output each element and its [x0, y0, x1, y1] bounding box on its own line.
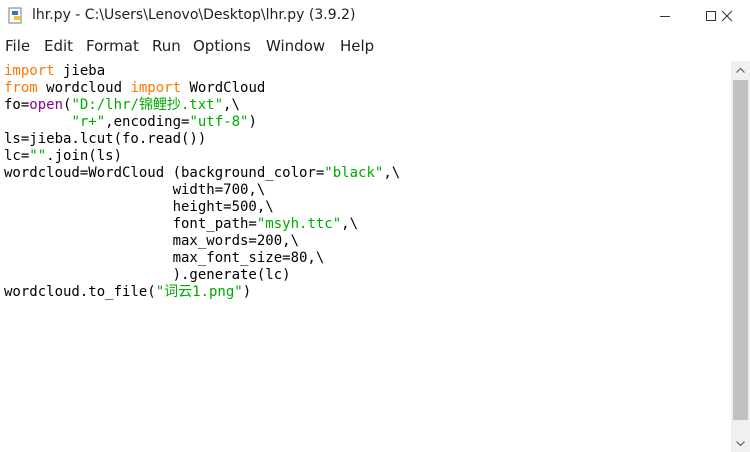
code-token: width=700,\ — [4, 182, 266, 198]
code-token: open — [29, 97, 64, 113]
code-token: "" — [29, 148, 47, 164]
code-line[interactable]: wordcloud.to_file("词云1.png") — [4, 284, 251, 301]
code-token: "black" — [324, 165, 384, 181]
code-editor[interactable]: import jieba from wordcloud import WordCl… — [0, 61, 731, 452]
code-token: from — [4, 80, 38, 96]
scroll-down-button[interactable] — [731, 435, 750, 452]
code-token: "r+" — [71, 114, 106, 130]
code-token: "D:/lhr/锦鲤抄.txt" — [71, 97, 224, 113]
code-line[interactable]: ls=jieba.lcut(fo.read()) — [4, 131, 206, 148]
code-line[interactable]: "r+",encoding="utf-8") — [4, 114, 257, 131]
window-title: lhr.py - C:\Users\Lenovo\Desktop\lhr.py … — [32, 7, 356, 23]
chevron-up-icon — [736, 67, 745, 73]
code-token: height=500,\ — [4, 199, 274, 215]
menu-bar: File Edit Format Run Options Window Help — [0, 33, 750, 59]
code-token: ls=jieba.lcut(fo.read()) — [4, 131, 207, 147]
code-line[interactable]: max_font_size=80,\ — [4, 250, 325, 267]
code-line[interactable]: wordcloud=WordCloud (background_color="b… — [4, 165, 400, 182]
code-line[interactable]: import jieba — [4, 63, 105, 80]
menu-window[interactable]: Window — [266, 37, 325, 55]
code-line[interactable]: max_words=200,\ — [4, 233, 299, 250]
close-button[interactable] — [704, 0, 750, 32]
code-token: ) — [242, 284, 252, 300]
code-line[interactable]: from wordcloud import WordCloud — [4, 80, 265, 97]
code-token: max_font_size=80,\ — [4, 250, 325, 266]
minimize-button[interactable] — [642, 0, 688, 32]
code-token: import — [4, 63, 55, 79]
code-line[interactable]: ).generate(lc) — [4, 267, 291, 284]
close-icon — [721, 10, 733, 22]
code-token: ,\ — [341, 216, 359, 232]
scroll-thumb[interactable] — [733, 80, 748, 420]
code-token: "msyh.ttc" — [256, 216, 342, 232]
code-token: ,\ — [223, 97, 240, 113]
code-token: WordCloud — [181, 80, 266, 96]
code-token: wordcloud — [37, 80, 131, 96]
code-token: max_words=200,\ — [4, 233, 300, 249]
chevron-down-icon — [736, 440, 745, 446]
code-token: ).generate(lc) — [4, 267, 291, 283]
code-token: ,encoding= — [105, 114, 190, 130]
code-token: wordcloud=WordCloud (background_color= — [4, 165, 325, 181]
code-line[interactable]: fo=open("D:/lhr/锦鲤抄.txt",\ — [4, 97, 240, 114]
code-line[interactable]: width=700,\ — [4, 182, 266, 199]
code-token: fo= — [4, 97, 30, 113]
code-token: font_path= — [4, 216, 257, 232]
scroll-up-button[interactable] — [731, 61, 750, 78]
code-token: jieba — [54, 63, 106, 79]
menu-options[interactable]: Options — [193, 37, 251, 55]
code-token: "词云1.png" — [155, 284, 243, 300]
code-token: .join(ls) — [46, 148, 123, 164]
code-token: ) — [248, 114, 257, 130]
menu-file[interactable]: File — [5, 37, 30, 55]
minimize-icon — [660, 16, 670, 17]
code-token: lc= — [4, 148, 30, 164]
menu-help[interactable]: Help — [340, 37, 374, 55]
menu-run[interactable]: Run — [152, 37, 181, 55]
code-token: wordcloud.to_file( — [4, 284, 156, 300]
python-file-icon — [8, 7, 22, 24]
code-token: import — [130, 80, 182, 96]
title-bar[interactable]: lhr.py - C:\Users\Lenovo\Desktop\lhr.py … — [0, 0, 750, 32]
code-token: ,\ — [383, 165, 401, 181]
code-token: "utf-8" — [189, 114, 249, 130]
code-line[interactable]: lc="".join(ls) — [4, 148, 122, 165]
code-line[interactable]: height=500,\ — [4, 199, 274, 216]
menu-edit[interactable]: Edit — [44, 37, 73, 55]
vertical-scrollbar[interactable] — [731, 61, 750, 452]
menu-format[interactable]: Format — [86, 37, 139, 55]
code-line[interactable]: font_path="msyh.ttc",\ — [4, 216, 358, 233]
